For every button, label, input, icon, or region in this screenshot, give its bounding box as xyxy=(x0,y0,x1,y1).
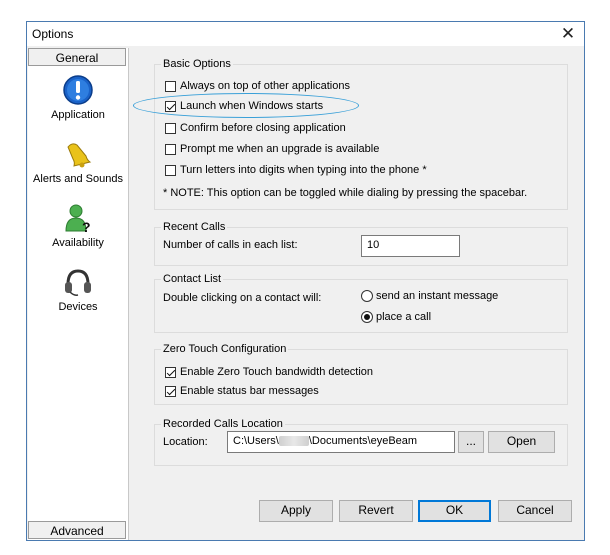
status-bar-messages-label: Enable status bar messages xyxy=(180,385,319,397)
confirm-close-checkbox[interactable] xyxy=(165,123,176,134)
close-icon[interactable]: ✕ xyxy=(558,24,578,44)
bell-icon xyxy=(67,143,92,168)
recent-calls-title: Recent Calls xyxy=(161,221,228,233)
path-suffix: \Documents\eyeBeam xyxy=(308,435,418,447)
send-im-radio[interactable] xyxy=(361,290,373,302)
sidebar-item-devices[interactable]: Devices xyxy=(28,266,128,313)
advanced-category-button[interactable]: Advanced xyxy=(28,521,126,539)
launch-on-startup-checkbox[interactable] xyxy=(165,101,176,112)
spacebar-note: * NOTE: This option can be toggled while… xyxy=(163,187,528,199)
title-bar: Options ✕ xyxy=(27,22,584,46)
info-icon xyxy=(63,75,93,105)
location-label: Location: xyxy=(163,436,208,448)
calls-count-label: Number of calls in each list: xyxy=(163,239,298,251)
redacted-username xyxy=(278,436,309,447)
path-prefix: C:\Users\ xyxy=(233,435,279,447)
place-call-label: place a call xyxy=(376,311,432,323)
sidebar-item-application[interactable]: Application xyxy=(28,74,128,121)
sidebar-item-alerts-and-sounds[interactable]: Alerts and Sounds xyxy=(28,138,128,185)
general-category-button[interactable]: General xyxy=(28,48,126,66)
letters-to-digits-label: Turn letters into digits when typing int… xyxy=(180,164,427,176)
svg-text:?: ? xyxy=(82,219,91,234)
contact-list-title: Contact List xyxy=(161,273,224,285)
sidebar-item-availability[interactable]: ? Availability xyxy=(28,202,128,249)
sidebar: General Application Alerts and Sounds ? xyxy=(28,48,129,540)
zero-touch-title: Zero Touch Configuration xyxy=(161,343,289,355)
place-call-radio[interactable] xyxy=(361,311,373,323)
ok-button[interactable]: OK xyxy=(418,500,491,522)
sidebar-item-label: Application xyxy=(51,109,105,121)
calls-count-input[interactable]: 10 xyxy=(361,235,460,257)
headset-icon xyxy=(65,269,91,296)
zero-touch-bandwidth-label: Enable Zero Touch bandwidth detection xyxy=(180,366,374,378)
availability-icon: ? xyxy=(65,204,91,234)
prompt-upgrade-checkbox[interactable] xyxy=(165,144,176,155)
sidebar-item-label: Alerts and Sounds xyxy=(33,173,123,185)
basic-options-title: Basic Options xyxy=(161,58,233,70)
confirm-close-label: Confirm before closing application xyxy=(180,122,346,134)
launch-on-startup-label: Launch when Windows starts xyxy=(180,100,324,112)
sidebar-item-label: Devices xyxy=(58,301,98,313)
apply-button[interactable]: Apply xyxy=(259,500,333,522)
always-on-top-label: Always on top of other applications xyxy=(180,80,350,92)
status-bar-messages-checkbox[interactable] xyxy=(165,386,176,397)
window-title: Options xyxy=(32,27,74,41)
zero-touch-bandwidth-checkbox[interactable] xyxy=(165,367,176,378)
location-path-input[interactable]: C:\Users\ \Documents\eyeBeam xyxy=(227,431,455,453)
send-im-label: send an instant message xyxy=(376,290,499,302)
letters-to-digits-checkbox[interactable] xyxy=(165,165,176,176)
recorded-calls-title: Recorded Calls Location xyxy=(161,418,285,430)
prompt-upgrade-label: Prompt me when an upgrade is available xyxy=(180,143,380,155)
revert-button[interactable]: Revert xyxy=(339,500,413,522)
open-button[interactable]: Open xyxy=(488,431,555,453)
browse-button[interactable]: ... xyxy=(458,431,484,453)
always-on-top-checkbox[interactable] xyxy=(165,81,176,92)
double-click-label: Double clicking on a contact will: xyxy=(163,292,322,304)
sidebar-item-label: Availability xyxy=(52,237,104,249)
cancel-button[interactable]: Cancel xyxy=(498,500,572,522)
contact-list-group xyxy=(154,279,568,333)
